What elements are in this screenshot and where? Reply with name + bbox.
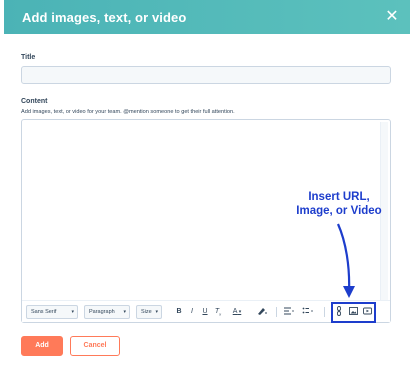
annotation-line-2: Image, or Video xyxy=(296,205,382,217)
text-color-icon[interactable]: A ▾ xyxy=(230,306,244,318)
font-family-select[interactable]: Sans Serif ▾ xyxy=(26,305,78,319)
annotation-line-1: Insert URL, xyxy=(308,191,370,203)
chevron-down-icon: ▾ xyxy=(123,309,126,315)
font-size-select[interactable]: Size ▾ xyxy=(136,305,162,319)
paragraph-format-value: Paragraph xyxy=(89,309,115,315)
bold-icon[interactable]: B xyxy=(174,306,184,318)
modal-header: Add images, text, or video ✕ xyxy=(4,0,410,34)
toolbar-divider xyxy=(324,307,325,317)
close-icon[interactable]: ✕ xyxy=(384,9,400,25)
toolbar-divider xyxy=(276,307,277,317)
clear-format-icon[interactable]: Tx xyxy=(213,306,223,318)
annotation-highlight-box xyxy=(331,302,376,323)
chevron-down-icon: ▾ xyxy=(155,309,158,315)
annotation-arrow xyxy=(336,223,355,298)
add-button[interactable]: Add xyxy=(21,336,63,356)
content-helper-text: Add images, text, or video for your team… xyxy=(21,109,235,115)
highlight-icon[interactable] xyxy=(255,306,269,318)
title-input[interactable] xyxy=(21,66,391,84)
underline-icon[interactable]: U xyxy=(200,306,210,318)
chevron-down-icon: ▾ xyxy=(71,309,74,315)
list-icon[interactable] xyxy=(301,306,315,318)
font-family-value: Sans Serif xyxy=(31,309,57,315)
content-label: Content xyxy=(21,98,48,105)
paragraph-format-select[interactable]: Paragraph ▾ xyxy=(84,305,130,319)
cancel-button[interactable]: Cancel xyxy=(70,336,120,356)
modal-dialog: Add images, text, or video ✕ Title Conte… xyxy=(4,0,410,374)
modal-title: Add images, text, or video xyxy=(22,9,187,25)
italic-icon[interactable]: I xyxy=(187,306,197,318)
annotation-callout: Insert URL, Image, or Video xyxy=(284,190,394,218)
align-icon[interactable] xyxy=(282,306,296,318)
font-size-value: Size xyxy=(141,309,152,315)
title-label: Title xyxy=(21,54,36,61)
